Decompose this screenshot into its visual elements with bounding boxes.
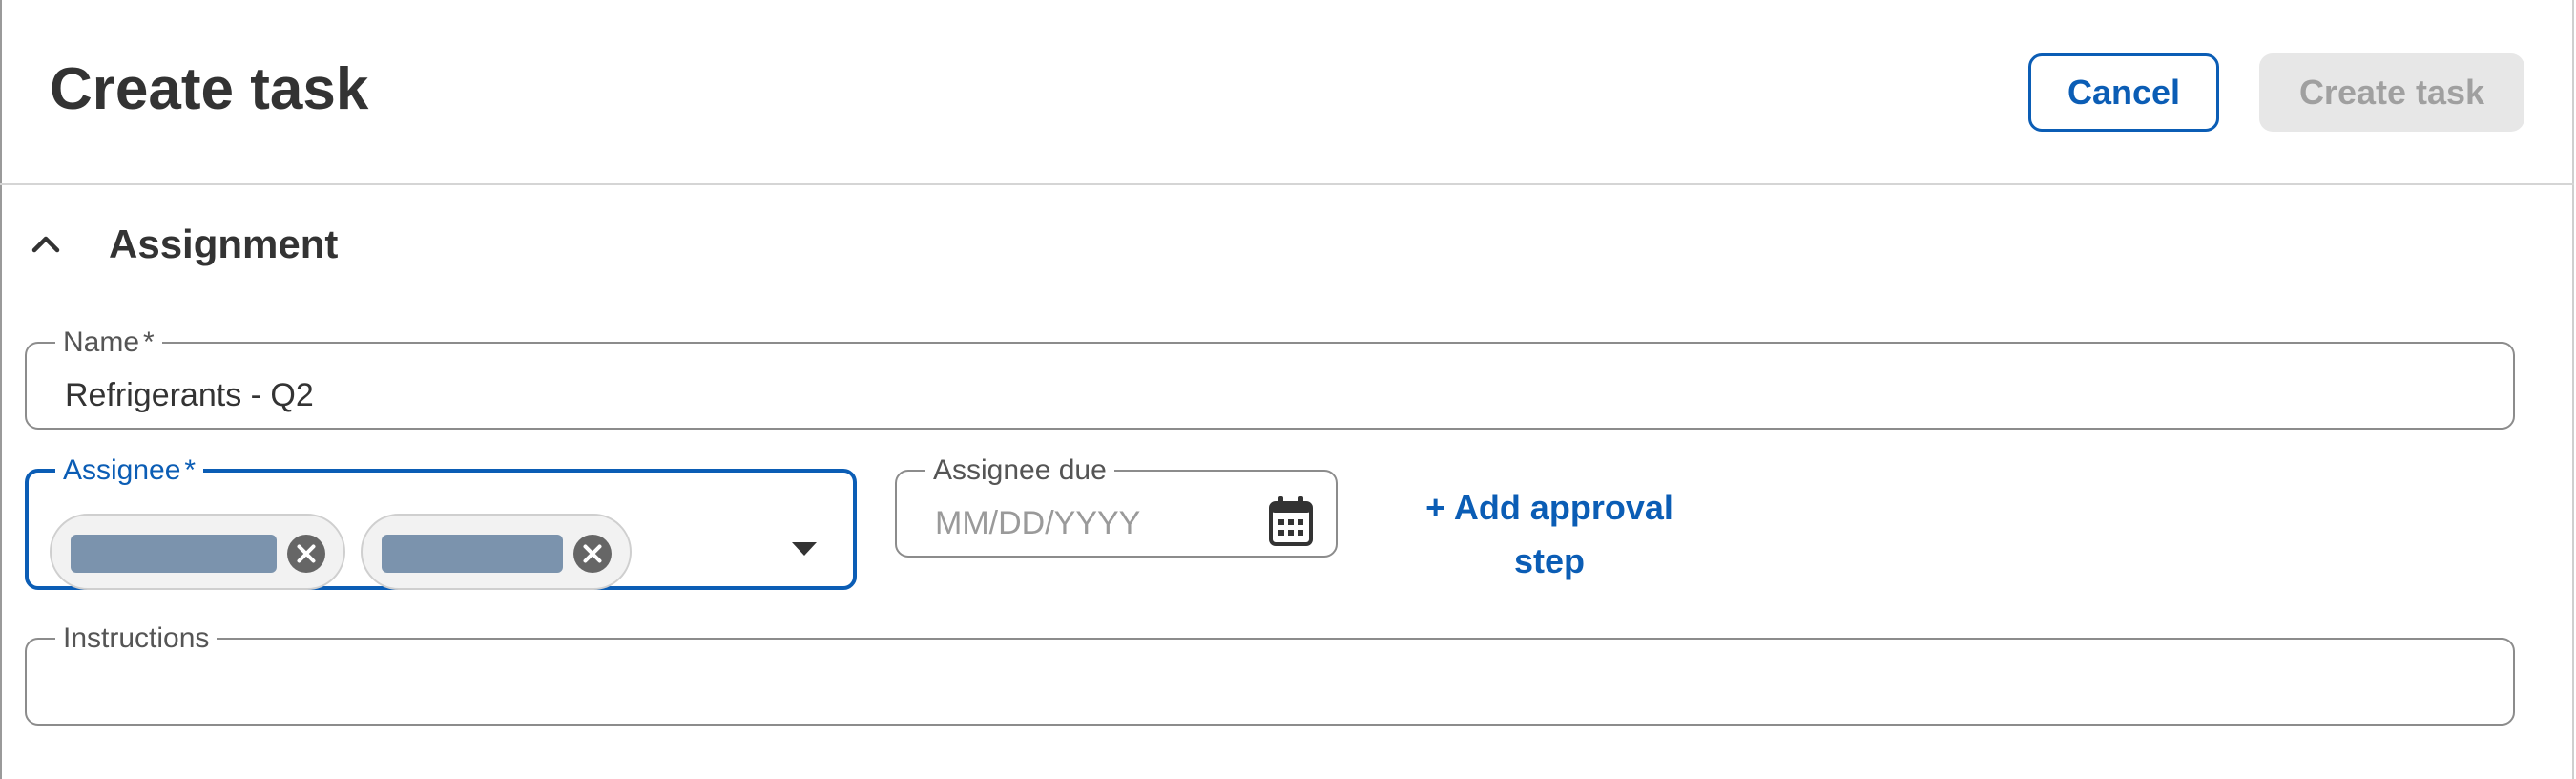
assignee-due-input[interactable] bbox=[935, 504, 1240, 542]
assignee-label-text: Assignee bbox=[63, 454, 181, 486]
assignee-due-label: Assignee due bbox=[933, 454, 1107, 486]
name-label-text: Name bbox=[63, 326, 140, 358]
caret-down-icon[interactable] bbox=[792, 542, 817, 556]
close-circle-icon[interactable] bbox=[572, 534, 613, 574]
create-task-page: Create task Cancel Create task Assignmen… bbox=[0, 0, 2576, 779]
assignee-chip[interactable] bbox=[361, 514, 632, 590]
chevron-up-icon[interactable] bbox=[29, 227, 63, 262]
required-mark: * bbox=[184, 454, 197, 486]
assignee-field-label: Assignee * bbox=[55, 456, 203, 485]
required-mark: * bbox=[143, 326, 155, 358]
assignee-chip-label-redacted bbox=[382, 535, 563, 573]
close-circle-icon[interactable] bbox=[286, 534, 326, 574]
name-field[interactable]: Name * Refrigerants - Q2 bbox=[25, 328, 2515, 430]
header-divider bbox=[0, 183, 2574, 185]
assignee-select[interactable]: Assignee * bbox=[25, 456, 857, 590]
assignee-due-field[interactable]: Assignee due bbox=[895, 456, 1338, 558]
section-title: Assignment bbox=[109, 221, 339, 266]
calendar-icon[interactable] bbox=[1267, 495, 1315, 548]
assignee-chip[interactable] bbox=[50, 514, 345, 590]
name-field-label: Name * bbox=[55, 328, 162, 357]
page-title: Create task bbox=[50, 56, 369, 122]
instructions-field[interactable]: Instructions bbox=[25, 624, 2515, 726]
assignee-chip-label-redacted bbox=[71, 535, 277, 573]
create-task-button[interactable]: Create task bbox=[2259, 53, 2524, 132]
page-header: Create task Cancel Create task bbox=[0, 0, 2574, 183]
cancel-button[interactable]: Cancel bbox=[2028, 53, 2219, 132]
add-approval-step-link[interactable]: + Add approval step bbox=[1416, 481, 1683, 588]
instructions-input[interactable] bbox=[65, 672, 2469, 710]
section-header-assignment[interactable]: Assignment bbox=[0, 208, 2574, 284]
name-value[interactable]: Refrigerants - Q2 bbox=[65, 376, 314, 414]
instructions-label: Instructions bbox=[63, 622, 210, 654]
